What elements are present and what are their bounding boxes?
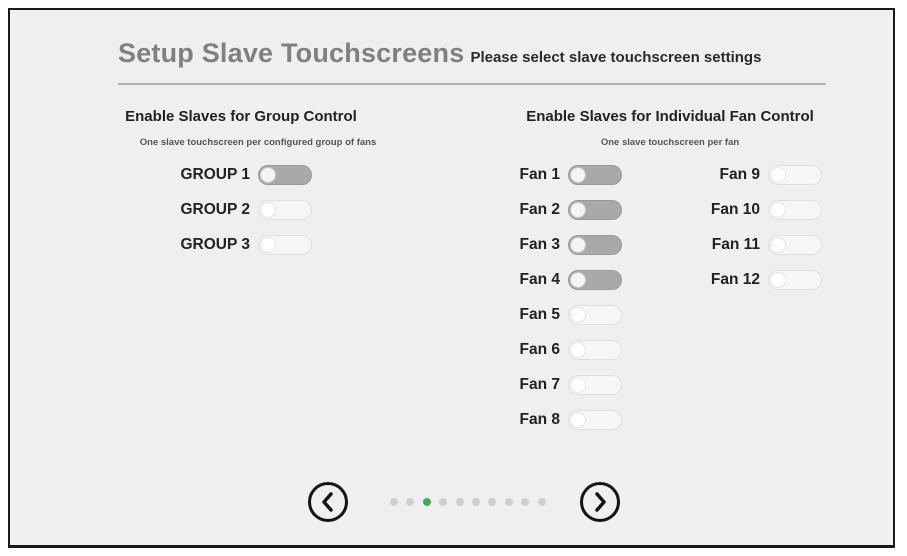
prev-page-button[interactable] [308,482,348,522]
toggle-knob [570,237,586,253]
fan-8-toggle[interactable] [568,410,622,430]
page-dot-active [422,498,431,506]
fan-4-toggle[interactable] [568,270,622,290]
toggle-knob [770,202,786,218]
toggle-knob [570,202,586,218]
fan-label: Fan 11 [711,236,760,253]
group-control-subheading: One slave touchscreen per configured gro… [139,137,377,148]
toggle-knob [570,342,586,358]
page-dot [504,498,513,506]
group-3-toggle[interactable] [258,235,312,255]
group-2-toggle[interactable] [258,200,312,220]
fan-12-toggle[interactable] [768,270,822,290]
page-dot [455,498,464,506]
toggle-knob [570,412,586,428]
fan-row-11: Fan 11 [690,234,822,256]
toggle-knob [570,307,586,323]
group-row-2: GROUP 2 [130,199,312,221]
page-dot [488,498,497,506]
page-dot [439,498,448,506]
fan-label: Fan 4 [519,271,560,288]
setup-screen: Setup Slave Touchscreens Please select sl… [8,8,895,548]
fan-row-8: Fan 8 [490,409,622,431]
toggle-knob [570,167,586,183]
page-dot [406,498,415,506]
title-row: Setup Slave Touchscreens Please select sl… [118,38,888,69]
group-label: GROUP 2 [180,201,251,218]
fan-row-7: Fan 7 [490,374,622,396]
fan-label: Fan 8 [519,411,560,428]
fan-label: Fan 1 [519,166,560,183]
fan-3-toggle[interactable] [568,235,622,255]
fan-6-toggle[interactable] [568,340,622,360]
fan-row-12: Fan 12 [690,269,822,291]
toggle-knob [260,167,276,183]
page-indicator [390,498,554,506]
fan-2-toggle[interactable] [568,200,622,220]
fan-label: Fan 6 [519,341,560,358]
fan-row-1: Fan 1 [490,164,622,186]
fan-label: Fan 12 [710,271,760,288]
fan-1-toggle[interactable] [568,165,622,185]
fan-7-toggle[interactable] [568,375,622,395]
page-subtitle: Please select slave touchscreen settings [470,49,762,66]
toggle-knob [570,377,586,393]
page-dot [521,498,530,506]
fan-label: Fan 2 [519,201,560,218]
fan-control-subheading: One slave touchscreen per fan [600,137,740,148]
fan-label: Fan 10 [710,201,760,218]
fan-row-9: Fan 9 [690,164,822,186]
page-title: Setup Slave Touchscreens [118,38,465,68]
fan-control-heading: Enable Slaves for Individual Fan Control [526,108,814,125]
chevron-right-icon [595,492,606,512]
chevron-left-icon [322,492,333,512]
title-divider [118,83,826,85]
fan-row-6: Fan 6 [490,339,622,361]
fan-label: Fan 3 [519,236,560,253]
toggle-knob [260,237,276,253]
toggle-knob [770,272,786,288]
fan-10-toggle[interactable] [768,200,822,220]
group-row-1: GROUP 1 [130,164,312,186]
toggle-knob [260,202,276,218]
page-dot [537,498,546,506]
fan-9-toggle[interactable] [768,165,822,185]
fan-5-toggle[interactable] [568,305,622,325]
group-row-3: GROUP 3 [130,234,312,256]
fan-label: Fan 9 [719,166,760,183]
fan-label: Fan 5 [519,306,560,323]
fan-row-3: Fan 3 [490,234,622,256]
fan-11-toggle[interactable] [768,235,822,255]
fan-label: Fan 7 [519,376,560,393]
fan-row-2: Fan 2 [490,199,622,221]
fan-row-10: Fan 10 [690,199,822,221]
toggle-knob [770,237,786,253]
page-dot [471,498,480,506]
fan-row-4: Fan 4 [490,269,622,291]
toggle-knob [570,272,586,288]
group-label: GROUP 3 [180,236,251,253]
toggle-knob [770,167,786,183]
group-1-toggle[interactable] [258,165,312,185]
next-page-button[interactable] [580,482,620,522]
page-dot [390,498,398,506]
fan-row-5: Fan 5 [490,304,622,326]
group-control-heading: Enable Slaves for Group Control [125,108,357,125]
group-label: GROUP 1 [180,166,251,183]
